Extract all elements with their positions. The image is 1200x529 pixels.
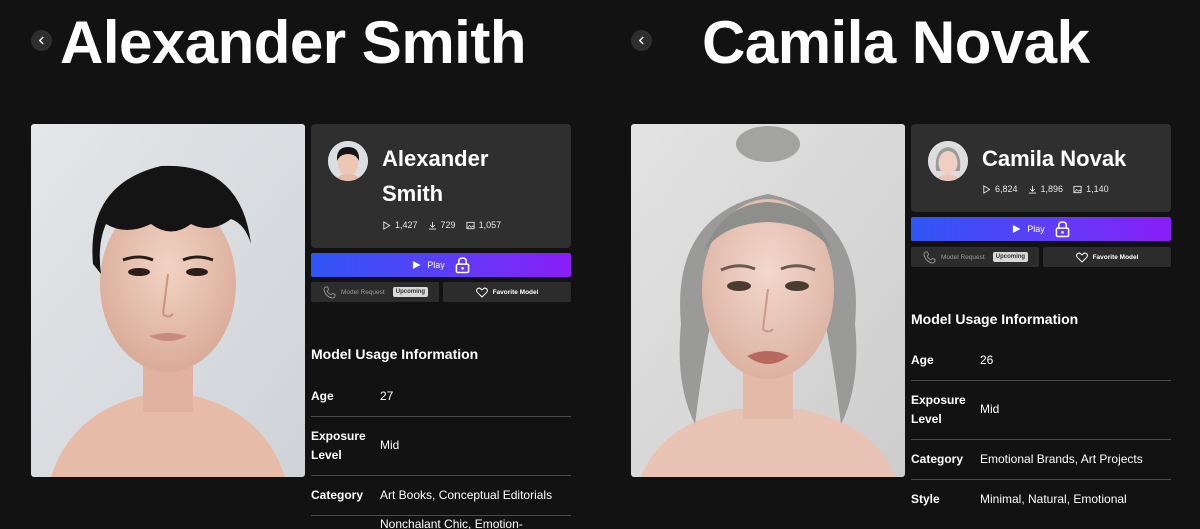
avatar — [928, 141, 968, 181]
info-row-style: Nonchalant Chic, Emotion- — [380, 517, 523, 529]
plays-stat: 6,824 — [982, 184, 1018, 194]
avatar — [328, 141, 368, 181]
usage-info-title: Model Usage Information — [311, 346, 479, 362]
model-photo — [31, 124, 305, 477]
model-request-button[interactable]: Model Request Upcoming — [311, 282, 439, 302]
download-icon — [428, 221, 436, 230]
download-icon — [1028, 185, 1036, 194]
favorite-model-button[interactable]: Favorite Model — [443, 282, 571, 302]
downloads-stat: 1,896 — [1028, 184, 1063, 194]
play-outline-icon — [983, 184, 991, 194]
play-button[interactable]: Play — [911, 217, 1171, 241]
heart-icon — [475, 287, 488, 298]
chevron-left-icon — [38, 36, 44, 45]
info-row-exposure: Exposure Level Mid — [911, 381, 1171, 440]
upcoming-badge: Upcoming — [992, 252, 1029, 262]
page-title: Camila Novak — [702, 9, 1090, 76]
lock-icon — [455, 257, 470, 274]
image-icon — [466, 221, 475, 229]
info-row-style: Style Minimal, Natural, Emotional — [911, 492, 1127, 506]
play-icon — [413, 260, 421, 270]
card-name: Camila Novak — [982, 146, 1127, 171]
model-panel-camila: Camila Novak Camila Novak 6,824 1,896 1,… — [600, 0, 1200, 529]
phone-icon — [323, 286, 336, 298]
card-name-line-2: Smith — [382, 181, 444, 206]
profile-card: Alexander Smith 1,427 729 1,057 — [311, 124, 571, 248]
stats-row: 1,427 729 1,057 — [382, 220, 501, 230]
info-row-age: Age 26 — [911, 342, 1171, 381]
info-row-exposure: Exposure Level Mid — [311, 417, 571, 476]
stats-row: 6,824 1,896 1,140 — [982, 184, 1109, 194]
info-row-category: Category Art Books, Conceptual Editorial… — [311, 476, 571, 516]
usage-info-title: Model Usage Information — [911, 311, 1079, 327]
info-row-age: Age 27 — [311, 378, 571, 417]
favorite-model-button[interactable]: Favorite Model — [1043, 247, 1171, 267]
back-button[interactable] — [631, 30, 652, 51]
play-outline-icon — [383, 220, 391, 230]
model-photo — [631, 124, 905, 477]
play-button[interactable]: Play — [311, 253, 571, 277]
images-stat: 1,057 — [466, 220, 501, 230]
back-button[interactable] — [31, 30, 52, 51]
info-row-category: Category Emotional Brands, Art Projects — [911, 440, 1171, 480]
images-stat: 1,140 — [1073, 184, 1109, 194]
downloads-stat: 729 — [428, 220, 456, 230]
phone-icon — [923, 251, 936, 263]
lock-icon — [1055, 221, 1070, 238]
card-name-line-1: Alexander — [382, 146, 489, 171]
image-icon — [1073, 185, 1082, 193]
plays-stat: 1,427 — [382, 220, 418, 230]
model-request-button[interactable]: Model Request Upcoming — [911, 247, 1039, 267]
upcoming-badge: Upcoming — [392, 287, 429, 297]
play-icon — [1013, 224, 1021, 234]
model-panel-alexander: Alexander Smith Alexander Smith 1,427 72… — [0, 0, 600, 529]
profile-card: Camila Novak 6,824 1,896 1,140 — [911, 124, 1171, 212]
page-title: Alexander Smith — [60, 9, 526, 76]
heart-icon — [1075, 252, 1088, 263]
chevron-left-icon — [638, 36, 644, 45]
